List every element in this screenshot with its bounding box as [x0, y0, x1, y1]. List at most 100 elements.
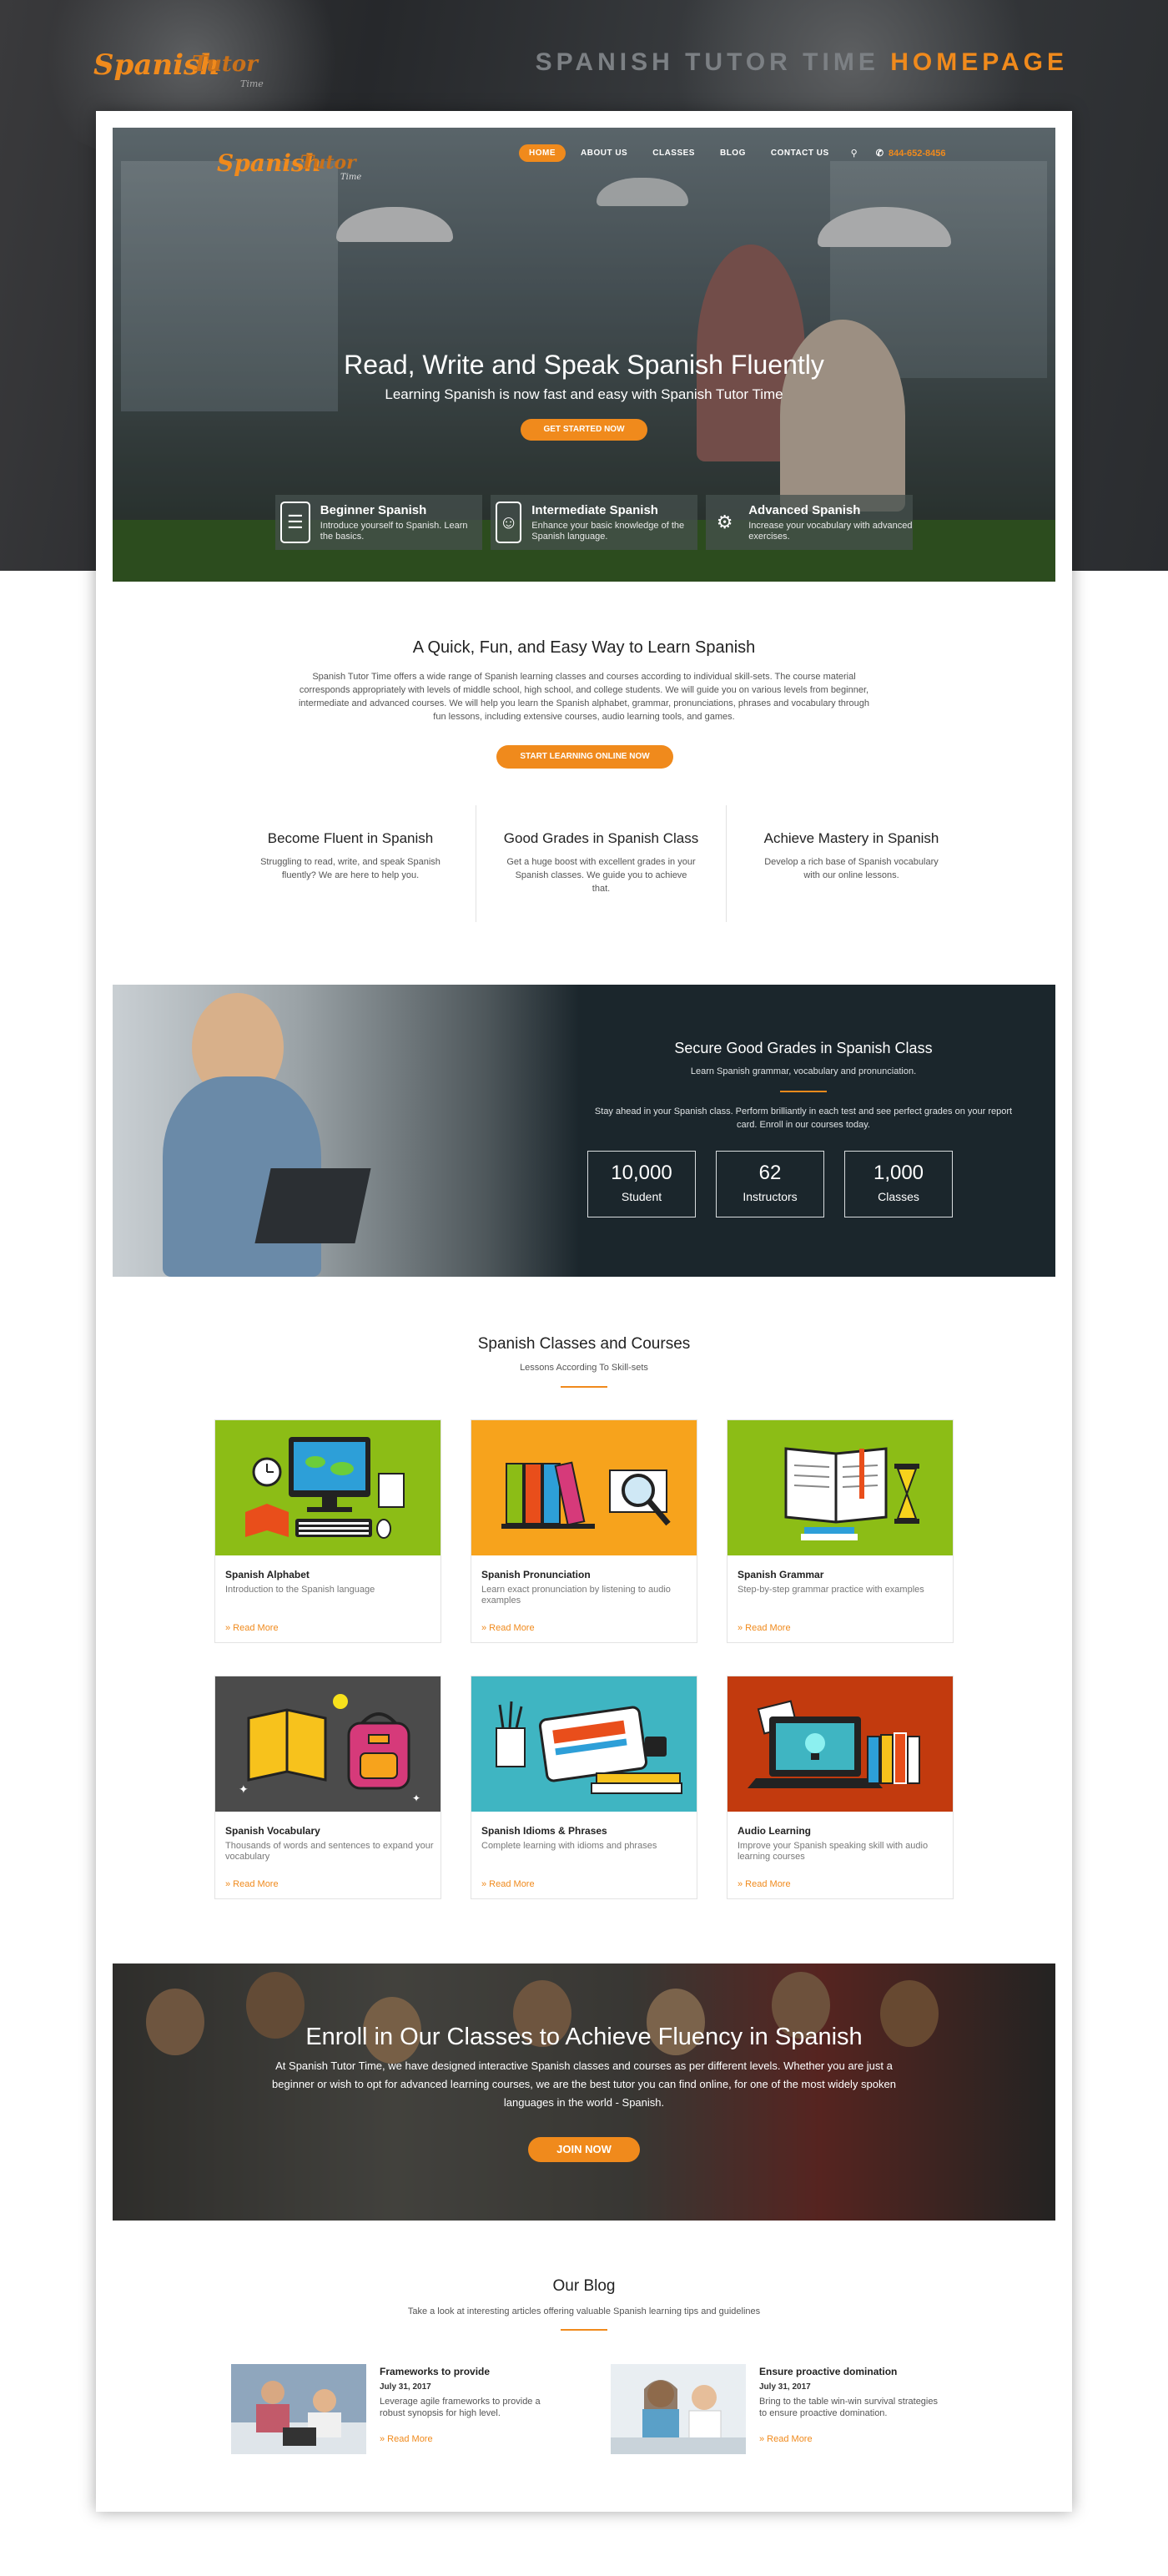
- nav-contact-us[interactable]: CONTACT US: [761, 144, 839, 162]
- read-more-link[interactable]: » Read More: [738, 1879, 791, 1889]
- stat-box: 10,000 Student: [587, 1151, 696, 1217]
- blog-post-image: [231, 2364, 366, 2454]
- get-started-button[interactable]: GET STARTED NOW: [521, 419, 647, 441]
- stats-subtitle: Learn Spanish grammar, vocabulary and pr…: [690, 1066, 917, 1076]
- class-card[interactable]: Spanish Pronunciation Learn exact pronun…: [471, 1419, 697, 1643]
- class-image: [727, 1420, 953, 1555]
- class-card[interactable]: Spanish Alphabet Introduction to the Spa…: [214, 1419, 441, 1643]
- level-advanced[interactable]: ⚙ Advanced Spanish Increase your vocabula…: [706, 495, 913, 550]
- read-more-link[interactable]: » Read More: [738, 1623, 791, 1633]
- page-title: SPANISH TUTOR TIME HOMEPAGE: [535, 48, 1068, 76]
- class-desc: Introduction to the Spanish language: [225, 1585, 375, 1595]
- level-title: Intermediate Spanish: [531, 502, 658, 517]
- class-title: Spanish Grammar: [738, 1569, 824, 1580]
- feature-item: Good Grades in Spanish Class Get a huge b…: [476, 805, 726, 922]
- level-title: Advanced Spanish: [748, 502, 861, 517]
- divider: [780, 1091, 827, 1092]
- search-icon[interactable]: ⚲: [844, 148, 864, 159]
- students-photo: [231, 2364, 366, 2454]
- main-nav: HOME ABOUT US CLASSES BLOG CONTACT US ⚲ …: [519, 144, 945, 162]
- nav-blog[interactable]: BLOG: [710, 144, 756, 162]
- header-logo[interactable]: Spanish Tutor Time: [217, 143, 375, 186]
- read-more-link[interactable]: » Read More: [481, 1879, 535, 1889]
- stat-number: 1,000: [873, 1162, 924, 1184]
- stat-number: 62: [758, 1162, 782, 1184]
- homepage-card: Spanish Tutor Time HOME ABOUT US CLASSES…: [96, 111, 1072, 2512]
- read-more-link[interactable]: » Read More: [380, 2434, 433, 2444]
- blog-post-title[interactable]: Ensure proactive domination: [759, 2366, 897, 2377]
- class-card[interactable]: ✦ ✦ Spanish Vocabulary Thousands of words…: [214, 1676, 441, 1899]
- join-now-button[interactable]: JOIN NOW: [528, 2137, 640, 2162]
- phone-icon: ✆: [875, 149, 884, 159]
- intro-text: Spanish Tutor Time offers a wide range o…: [298, 672, 870, 722]
- class-image: [727, 1676, 953, 1812]
- computer-icon: [215, 1420, 441, 1555]
- hero-subtitle: Learning Spanish is now fast and easy wi…: [385, 386, 783, 402]
- class-desc: Step-by-step grammar practice with examp…: [738, 1585, 924, 1595]
- laptop-figure: [254, 1168, 371, 1243]
- stats-title: Secure Good Grades in Spanish Class: [674, 1040, 933, 1056]
- classes-subtitle: Lessons According To Skill-sets: [520, 1363, 648, 1373]
- read-more-link[interactable]: » Read More: [481, 1623, 535, 1633]
- phone-number[interactable]: ✆ 844-652-8456: [876, 148, 946, 159]
- class-card[interactable]: Audio Learning Improve your Spanish spea…: [727, 1676, 954, 1899]
- class-desc: Learn exact pronunciation by listening t…: [481, 1585, 671, 1606]
- level-beginner[interactable]: ☰ Beginner Spanish Introduce yourself to …: [275, 495, 482, 550]
- level-desc: Introduce yourself to Spanish. Learn the…: [320, 520, 468, 542]
- blog-post-date: July 31, 2017: [380, 2382, 431, 2392]
- enroll-title: Enroll in Our Classes to Achieve Fluency…: [305, 2024, 863, 2050]
- stat-number: 10,000: [611, 1162, 672, 1184]
- feature-desc: Struggling to read, write, and speak Spa…: [260, 857, 441, 880]
- svg-text:✦: ✦: [412, 1792, 420, 1804]
- book-backpack-icon: ✦✦: [215, 1676, 441, 1812]
- class-title: Spanish Idioms & Phrases: [481, 1825, 607, 1837]
- blog-post-title[interactable]: Frameworks to provide: [380, 2366, 490, 2377]
- book-icon: ☰: [280, 502, 310, 543]
- students-photo: [611, 2364, 746, 2454]
- nav-home[interactable]: HOME: [519, 144, 566, 162]
- class-image: [471, 1676, 697, 1812]
- feature-title: Achieve Mastery in Spanish: [763, 830, 939, 846]
- tablet-books-icon: [471, 1676, 697, 1812]
- level-desc: Enhance your basic knowledge of the Span…: [531, 520, 685, 542]
- blog-post[interactable]: Frameworks to provide July 31, 2017 Leve…: [231, 2364, 607, 2456]
- divider: [561, 1386, 607, 1388]
- reading-icon: ☺: [496, 502, 522, 543]
- blog-post-image: [611, 2364, 746, 2454]
- nav-classes[interactable]: CLASSES: [642, 144, 705, 162]
- svg-text:✦: ✦: [239, 1782, 249, 1796]
- read-more-link[interactable]: » Read More: [225, 1879, 279, 1889]
- blog-post[interactable]: Ensure proactive domination July 31, 201…: [611, 2364, 986, 2456]
- class-image: [471, 1420, 697, 1555]
- class-card[interactable]: Spanish Grammar Step-by-step grammar pra…: [727, 1419, 954, 1643]
- feature-item: Achieve Mastery in Spanish Develop a rich…: [726, 805, 976, 922]
- stat-label: Classes: [878, 1190, 919, 1203]
- blog-post-date: July 31, 2017: [759, 2382, 811, 2392]
- class-title: Audio Learning: [738, 1825, 811, 1837]
- read-more-link[interactable]: » Read More: [225, 1623, 279, 1633]
- laptop-audio-icon: [727, 1676, 953, 1812]
- class-desc: Thousands of words and sentences to expa…: [225, 1841, 434, 1862]
- stats-desc: Stay ahead in your Spanish class. Perfor…: [594, 1107, 1013, 1130]
- class-title: Spanish Pronunciation: [481, 1569, 591, 1580]
- top-logo: Spanish Tutor Time: [93, 48, 264, 89]
- feature-title: Good Grades in Spanish Class: [503, 830, 699, 846]
- read-more-link[interactable]: » Read More: [759, 2434, 813, 2444]
- divider: [561, 2329, 607, 2331]
- level-title: Beginner Spanish: [320, 502, 427, 517]
- enroll-section: Enroll in Our Classes to Achieve Fluency…: [113, 1964, 1055, 2221]
- blog-subtitle: Take a look at interesting articles offe…: [407, 2306, 761, 2316]
- start-learning-button[interactable]: START LEARNING ONLINE NOW: [496, 745, 673, 769]
- feature-desc: Get a huge boost with excellent grades i…: [506, 857, 696, 894]
- class-image: [215, 1420, 441, 1555]
- class-title: Spanish Alphabet: [225, 1569, 310, 1580]
- nav-about-us[interactable]: ABOUT US: [571, 144, 637, 162]
- feature-desc: Develop a rich base of Spanish vocabular…: [764, 857, 939, 880]
- hand-gear-icon: ⚙: [716, 512, 733, 532]
- book-hourglass-icon: [727, 1420, 953, 1555]
- level-intermediate[interactable]: ☺ Intermediate Spanish Enhance your basic…: [491, 495, 697, 550]
- feature-list: Become Fluent in Spanish Struggling to re…: [225, 805, 976, 922]
- feature-item: Become Fluent in Spanish Struggling to re…: [225, 805, 476, 922]
- level-list: ☰ Beginner Spanish Introduce yourself to …: [275, 495, 913, 550]
- class-card[interactable]: Spanish Idioms & Phrases Complete learni…: [471, 1676, 697, 1899]
